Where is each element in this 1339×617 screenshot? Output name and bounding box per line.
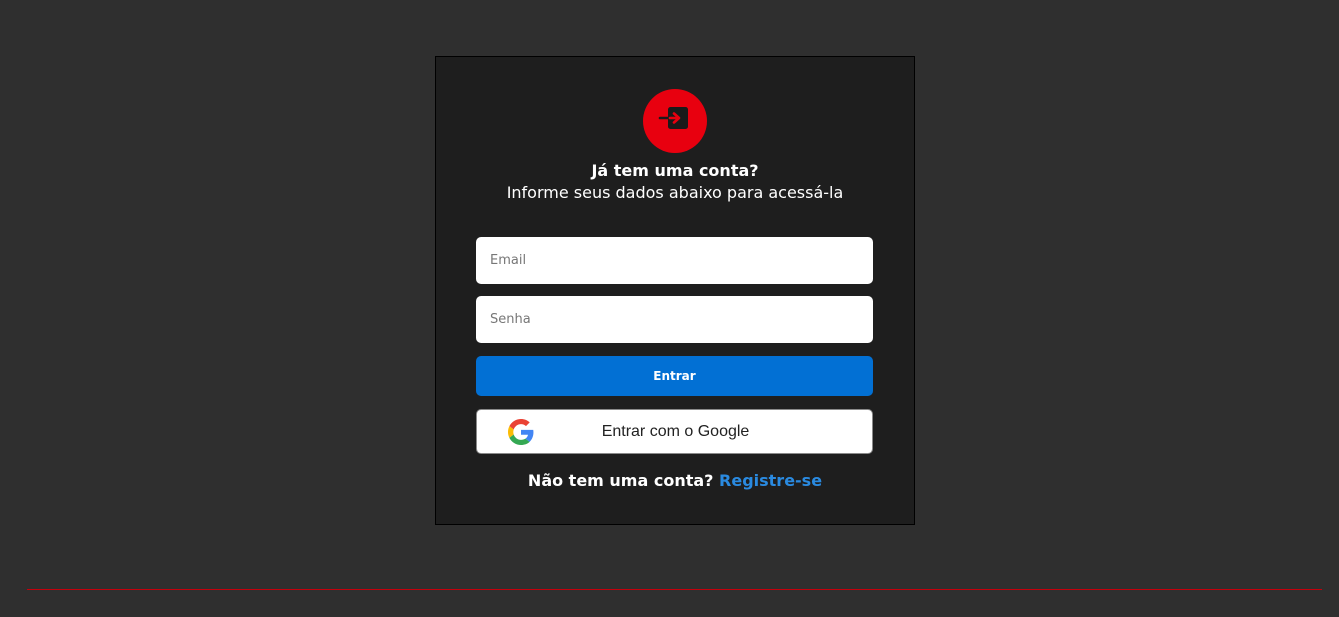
login-logo [643,89,707,153]
google-button-label: Entrar com o Google [601,423,750,440]
login-page: Já tem uma conta? Informe seus dados aba… [0,0,1339,617]
login-button[interactable]: Entrar [476,356,873,396]
login-arrow-icon [658,105,692,137]
register-prompt: Não tem uma conta? [527,471,714,490]
login-card: Já tem uma conta? Informe seus dados aba… [435,56,915,525]
password-input[interactable] [476,296,873,343]
register-link[interactable]: Registre-se [719,471,822,490]
footer-divider [27,589,1322,590]
login-heading: Já tem uma conta? [591,161,759,180]
login-subheading: Informe seus dados abaixo para acessá-la [506,183,844,202]
register-prompt-line: Não tem uma conta? Registre-se [436,471,914,490]
google-login-button[interactable]: Entrar com o Google [476,409,873,454]
email-input[interactable] [476,237,873,284]
